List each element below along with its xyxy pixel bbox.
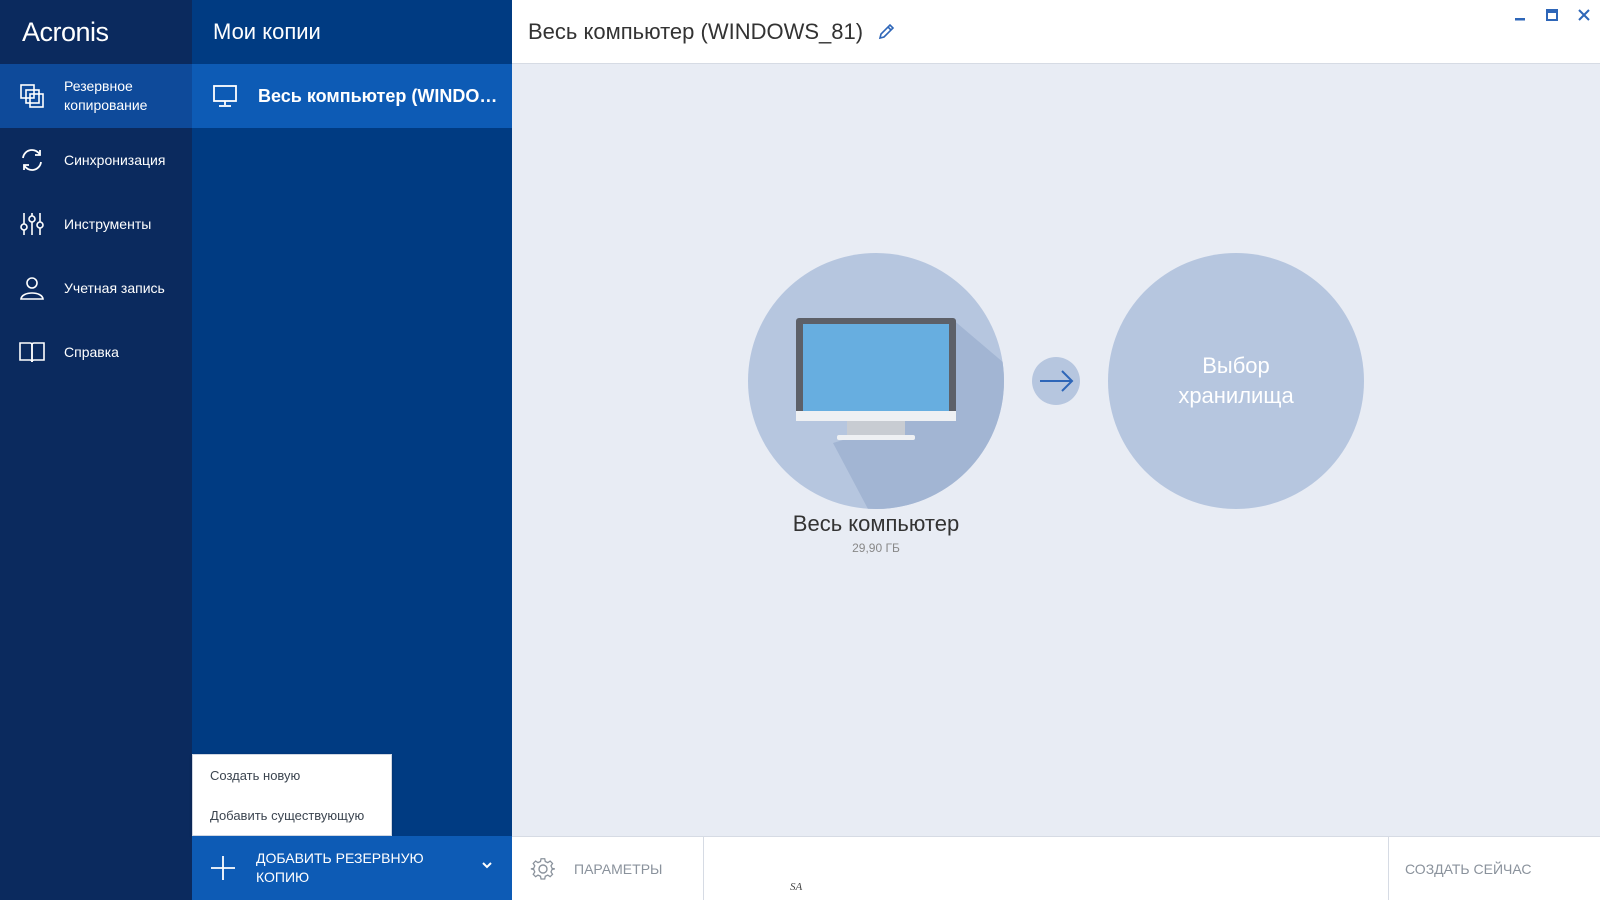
nav-item-help-label: Справка bbox=[64, 343, 119, 360]
add-backup-menu: Создать новую Добавить существующую bbox=[192, 754, 392, 836]
source-name: Весь компьютер bbox=[792, 511, 960, 536]
destination-label-line1: Выбор bbox=[1202, 353, 1270, 378]
add-backup-button[interactable]: ДОБАВИТЬ РЕЗЕРВНУЮ КОПИЮ bbox=[192, 836, 512, 900]
tools-icon bbox=[18, 210, 46, 238]
nav-item-tools-label: Инструменты bbox=[64, 215, 152, 232]
menu-item-add-existing[interactable]: Добавить существующую bbox=[193, 795, 391, 835]
nav-item-sync[interactable]: Синхронизация bbox=[0, 128, 192, 192]
close-icon[interactable] bbox=[1577, 8, 1591, 22]
arrow-right-icon bbox=[1032, 357, 1080, 405]
account-icon bbox=[18, 274, 46, 302]
plus-icon bbox=[210, 855, 236, 881]
minimize-icon[interactable] bbox=[1513, 8, 1527, 22]
settings-label: ПАРАМЕТРЫ bbox=[574, 861, 663, 877]
create-now-button[interactable]: СОЗДАТЬ СЕЙЧАС bbox=[1388, 837, 1600, 900]
nav-item-sync-label: Синхронизация bbox=[64, 151, 166, 168]
source-selector[interactable] bbox=[748, 253, 1004, 509]
nav-item-account-label: Учетная запись bbox=[64, 279, 165, 296]
backup-list-item[interactable]: Весь компьютер (WINDOWS_81) bbox=[192, 64, 512, 128]
nav-item-backup[interactable]: Резервное копирование bbox=[0, 64, 192, 128]
book-icon bbox=[18, 338, 46, 366]
add-backup-label: ДОБАВИТЬ РЕЗЕРВНУЮ КОПИЮ bbox=[256, 850, 424, 885]
gear-icon bbox=[530, 856, 556, 882]
chevron-down-icon[interactable] bbox=[480, 858, 494, 872]
nav-item-backup-label: Резервное копирование bbox=[64, 78, 148, 113]
nav-item-tools[interactable]: Инструменты bbox=[0, 192, 192, 256]
backup-list-title: Мои копии bbox=[213, 19, 321, 44]
menu-item-create-new[interactable]: Создать новую bbox=[193, 755, 391, 795]
backup-list-item-label: Весь компьютер (WINDOWS_81) bbox=[258, 85, 498, 106]
destination-label-line2: хранилища bbox=[1178, 383, 1294, 408]
monitor-icon bbox=[212, 83, 238, 109]
nav-item-help[interactable]: Справка bbox=[0, 320, 192, 384]
maximize-icon[interactable] bbox=[1545, 8, 1559, 22]
acronis-logo: Acronis bbox=[22, 16, 109, 47]
main-navigation: Acronis Резервное копирование Синхрониза… bbox=[0, 0, 192, 900]
backup-icon bbox=[18, 82, 46, 110]
edit-pencil-icon[interactable] bbox=[877, 23, 895, 41]
header-bar: Весь компьютер (WINDOWS_81) bbox=[512, 0, 1600, 64]
destination-selector[interactable]: Выбор хранилища bbox=[1108, 253, 1364, 509]
backup-stage: Выбор хранилища Весь компьютер 29,90 ГБ bbox=[512, 64, 1600, 836]
page-title: Весь компьютер (WINDOWS_81) bbox=[528, 18, 864, 44]
nav-item-account[interactable]: Учетная запись bbox=[0, 256, 192, 320]
settings-button[interactable]: ПАРАМЕТРЫ bbox=[512, 837, 704, 900]
computer-icon bbox=[796, 318, 1004, 509]
bottom-toolbar: ПАРАМЕТРЫ SA СОЗДАТЬ СЕЙЧАС bbox=[512, 836, 1600, 900]
watermark-text: SA bbox=[790, 881, 803, 893]
sync-icon bbox=[18, 146, 46, 174]
source-size: 29,90 ГБ bbox=[852, 541, 900, 555]
